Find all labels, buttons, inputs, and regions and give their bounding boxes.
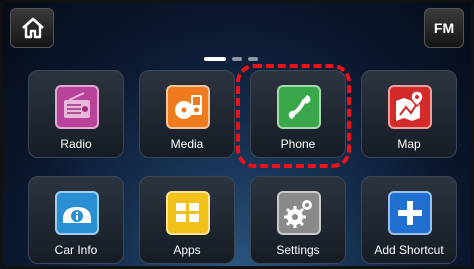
- radio-icon: [55, 85, 99, 129]
- settings-icon: [277, 191, 321, 235]
- head-unit-screen: FM Radio Media Phone Map Car Info Apps S…: [0, 0, 474, 269]
- tile-media[interactable]: Media: [139, 70, 235, 158]
- page-indicator: [204, 57, 264, 63]
- tile-phone[interactable]: Phone: [250, 70, 346, 158]
- phone-icon: [277, 85, 321, 129]
- media-icon: [166, 85, 210, 129]
- page-dot: [232, 57, 242, 61]
- add-icon: [388, 191, 432, 235]
- home-icon: [22, 17, 44, 39]
- page-dot-active: [204, 57, 226, 61]
- page-dot: [248, 57, 258, 61]
- tile-add-shortcut[interactable]: Add Shortcut: [361, 176, 457, 264]
- tile-car-info[interactable]: Car Info: [28, 176, 124, 264]
- top-bar: FM: [6, 6, 468, 50]
- tile-label: Settings: [276, 243, 320, 257]
- tile-radio[interactable]: Radio: [28, 70, 124, 158]
- tile-label: Add Shortcut: [374, 243, 444, 257]
- car-info-icon: [55, 191, 99, 235]
- tile-label: Media: [170, 137, 204, 151]
- apps-icon: [166, 191, 210, 235]
- tile-map[interactable]: Map: [361, 70, 457, 158]
- tile-label: Map: [397, 137, 421, 151]
- tile-label: Apps: [173, 243, 201, 257]
- tile-apps[interactable]: Apps: [139, 176, 235, 264]
- fm-source-button[interactable]: FM: [424, 8, 464, 48]
- tile-label: Radio: [60, 137, 92, 151]
- tile-label: Phone: [280, 137, 316, 151]
- map-icon: [388, 85, 432, 129]
- tile-settings[interactable]: Settings: [250, 176, 346, 264]
- home-button[interactable]: [10, 8, 54, 48]
- tile-label: Car Info: [54, 243, 98, 257]
